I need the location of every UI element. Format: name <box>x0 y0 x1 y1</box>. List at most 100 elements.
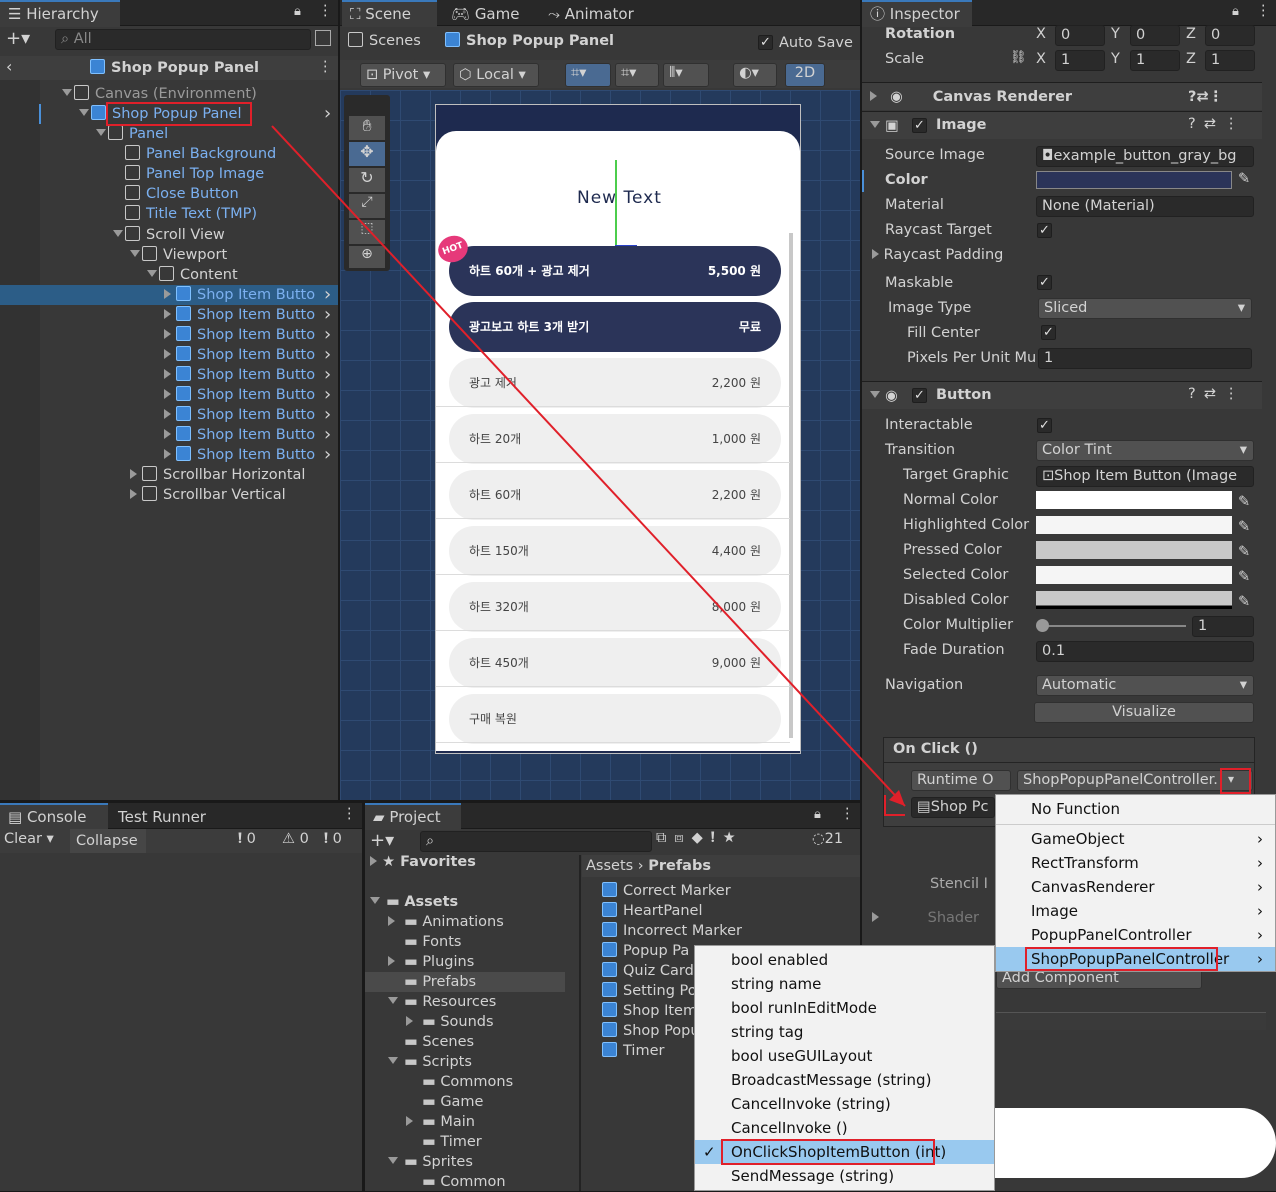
error-count[interactable]: ❗︎ 0 <box>238 831 256 847</box>
menu-item[interactable]: GameObject › <box>996 827 1275 851</box>
expand-arrow-icon[interactable] <box>388 1152 404 1172</box>
expand-arrow-icon[interactable] <box>164 325 176 345</box>
expand-arrow-icon[interactable] <box>388 992 404 1012</box>
more-icon[interactable]: ⋮ <box>1256 3 1271 19</box>
asset-item[interactable]: Popup Pa <box>602 941 689 961</box>
more-icon[interactable]: ⋮ <box>840 806 855 822</box>
asset-item[interactable]: HeartPanel <box>602 901 702 921</box>
link-icon[interactable]: ⛓ <box>1010 50 1027 65</box>
lock-icon[interactable]: 🔒︎ <box>1232 4 1239 19</box>
tab-hierarchy[interactable]: ☰ Hierarchy <box>0 0 120 27</box>
project-folder[interactable]: ▬ Commons <box>406 1072 513 1092</box>
expand-arrow-icon[interactable] <box>164 345 176 365</box>
scenes-breadcrumb[interactable]: Scenes <box>348 32 421 49</box>
back-icon[interactable]: ‹ <box>6 57 12 76</box>
tab-animator[interactable]: ⤳ Animator <box>540 0 642 27</box>
filter-icons[interactable]: ⧉⧈◆❗︎★ <box>656 830 744 846</box>
method-item[interactable]: BroadcastMessage (string) <box>695 1068 994 1092</box>
expand-arrow-icon[interactable] <box>388 1052 404 1072</box>
chevron-right-icon[interactable]: › <box>324 405 331 425</box>
rotation-y[interactable]: 0 <box>1130 25 1180 46</box>
selected-color-swatch[interactable] <box>1036 566 1232 584</box>
hierarchy-item[interactable]: Canvas (Environment) <box>62 84 257 104</box>
add-asset-button[interactable]: +▾ <box>370 830 394 851</box>
expand-arrow-icon[interactable] <box>130 465 142 485</box>
shop-item-row[interactable]: 하트 320개 8,000 원 <box>449 582 781 632</box>
expand-arrow-icon[interactable] <box>406 1112 422 1132</box>
expand-arrow-icon[interactable] <box>164 405 176 425</box>
project-folder[interactable]: ▬ Assets <box>370 892 458 912</box>
project-folder[interactable]: ▬ Sprites <box>388 1152 473 1172</box>
button-enabled-checkbox[interactable]: ✓ <box>912 388 927 403</box>
asset-item[interactable]: Setting Po <box>602 981 697 1001</box>
favorites-header[interactable]: ★ Favorites <box>370 854 476 870</box>
method-item[interactable]: bool enabled <box>695 948 994 972</box>
navigation-dropdown[interactable]: Automatic ▾ <box>1036 675 1254 696</box>
lock-icon[interactable]: 🔒︎ <box>814 807 821 822</box>
hierarchy-item[interactable]: Scrollbar Horizontal <box>130 465 305 485</box>
grid-snap-button[interactable]: ⌗▾ <box>565 63 611 87</box>
project-folder[interactable]: ▬ Main <box>406 1112 475 1132</box>
collapse-button[interactable]: Collapse <box>70 829 146 853</box>
rotation-x[interactable]: 0 <box>1055 25 1105 46</box>
project-folder[interactable]: ▬ Game <box>406 1092 483 1112</box>
tab-inspector[interactable]: ⓘ Inspector <box>862 0 972 27</box>
hierarchy-item[interactable]: Scrollbar Vertical <box>130 485 286 505</box>
chevron-right-icon[interactable]: › <box>324 325 331 345</box>
autosave-checkbox[interactable]: ✓ <box>758 35 773 50</box>
method-item[interactable]: CancelInvoke (string) <box>695 1092 994 1116</box>
project-folder[interactable]: ▬ Sounds <box>406 1012 494 1032</box>
expand-arrow-icon[interactable] <box>388 912 404 932</box>
scale-y[interactable]: 1 <box>1130 50 1180 71</box>
expand-arrow-icon[interactable] <box>79 104 91 124</box>
transition-dropdown[interactable]: Color Tint ▾ <box>1036 440 1254 461</box>
pressed-color-swatch[interactable] <box>1036 541 1232 559</box>
expand-arrow-icon[interactable] <box>388 952 404 972</box>
tab-scene[interactable]: ⛶ Scene <box>342 0 437 27</box>
method-item[interactable]: bool useGUILayout <box>695 1044 994 1068</box>
eyedropper-icon[interactable]: ✎ <box>1238 171 1250 187</box>
menu-item[interactable]: No Function <box>996 797 1275 821</box>
shop-item-row[interactable]: 하트 150개 4,400 원 <box>449 526 781 576</box>
shop-item-row[interactable]: 하트 20개 1,000 원 <box>449 414 781 464</box>
normal-color-swatch[interactable] <box>1036 491 1232 509</box>
asset-item[interactable]: Shop Item <box>602 1001 697 1021</box>
fade-duration-field[interactable]: 0.1 <box>1036 641 1254 662</box>
more-icon[interactable]: ⋮ <box>318 3 333 19</box>
fill-center-checkbox[interactable]: ✓ <box>1041 325 1056 340</box>
local-dropdown[interactable]: ⬡ Local ▾ <box>453 63 539 87</box>
menu-item[interactable]: RectTransform › <box>996 851 1275 875</box>
project-folder[interactable]: ▬ Fonts <box>388 932 461 952</box>
project-folder[interactable]: ▬ Scripts <box>388 1052 472 1072</box>
chevron-right-icon[interactable]: › <box>324 445 331 465</box>
expand-arrow-icon[interactable] <box>164 305 176 325</box>
eyedropper-icons[interactable]: ✎ ✎ ✎ ✎ ✎ <box>1238 490 1250 615</box>
hierarchy-item[interactable]: Shop Item Butto <box>164 305 315 325</box>
2d-toggle[interactable]: 2D <box>785 63 825 87</box>
hierarchy-item[interactable]: Shop Item Butto <box>164 285 315 305</box>
chevron-right-icon[interactable]: › <box>324 104 331 124</box>
project-folder[interactable]: ▬ Timer <box>406 1132 482 1152</box>
chevron-right-icon[interactable]: › <box>324 345 331 365</box>
shop-item-row[interactable]: 광고보고 하트 3개 받기 무료 <box>449 302 781 352</box>
expand-arrow-icon[interactable] <box>370 892 386 912</box>
asset-item[interactable]: Incorrect Marker <box>602 921 742 941</box>
hierarchy-item[interactable]: Content <box>147 265 238 285</box>
component-icons[interactable]: ?⇄⋮ <box>1188 386 1246 402</box>
shop-item-row[interactable]: 하트 450개 9,000 원 <box>449 638 781 688</box>
project-folder[interactable]: ▬ Common <box>406 1172 506 1192</box>
runtime-dropdown[interactable]: Runtime O <box>911 770 1011 791</box>
hierarchy-item[interactable]: Scroll View <box>113 225 225 245</box>
pivot-dropdown[interactable]: ⊡ Pivot ▾ <box>360 63 446 87</box>
rotate-tool-icon[interactable]: ↻ <box>349 168 385 192</box>
menu-item[interactable]: PopupPanelController › <box>996 923 1275 947</box>
search-options-icon[interactable] <box>315 30 331 46</box>
tab-test-runner[interactable]: Test Runner <box>110 803 214 830</box>
expand-arrow-icon[interactable] <box>147 265 159 285</box>
function-dropdown[interactable]: ShopPopupPanelController. <box>1017 770 1253 791</box>
asset-item[interactable]: Correct Marker <box>602 881 731 901</box>
menu-item[interactable]: Image › <box>996 899 1275 923</box>
shop-item-row[interactable]: 광고 제거 2,200 원 <box>449 358 781 408</box>
method-item[interactable]: SendMessage (string) <box>695 1164 994 1188</box>
hierarchy-item[interactable]: Panel Background <box>113 144 276 164</box>
